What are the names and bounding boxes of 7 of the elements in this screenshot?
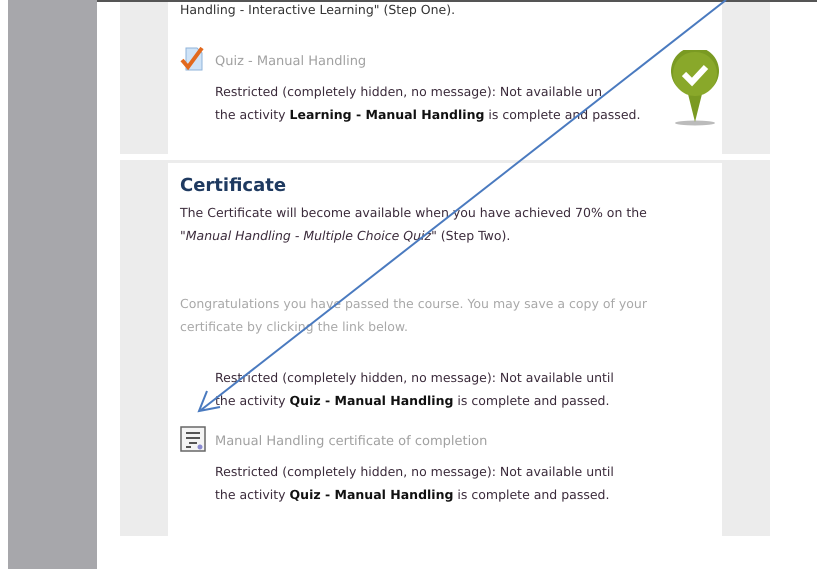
intro-text: Handling - Interactive Learning" (Step One). [180,2,456,18]
quiz-check-icon [180,46,206,72]
restriction-text: Restricted (completely hidden, no message): Not available until the activity Quiz - Manual Handling is complete and passed. [215,463,615,504]
activity-link[interactable]: Manual Handling certificate of completion [215,434,488,448]
section-heading: Certificate [180,174,288,196]
activity-link[interactable]: Quiz - Manual Handling [215,54,366,68]
document-icon [180,426,206,452]
